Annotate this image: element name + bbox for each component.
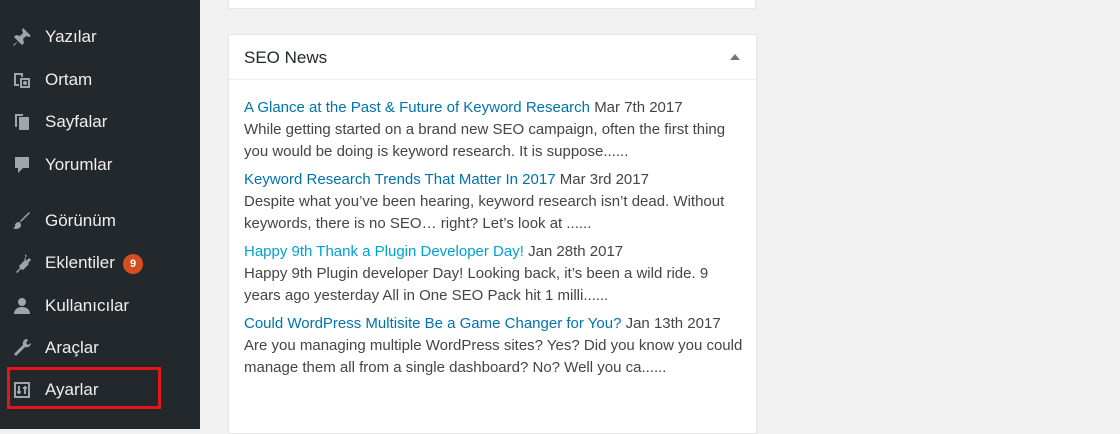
- sidebar-item-label: Ortam: [45, 70, 93, 89]
- collapse-arrow-icon[interactable]: [730, 54, 740, 60]
- plugin-icon: [11, 252, 33, 274]
- admin-sidebar: Yazılar Ortam Sayfalar Yorumlar Görünüm …: [0, 0, 200, 429]
- sidebar-item-settings[interactable]: Ayarlar: [0, 372, 200, 406]
- brush-icon: [11, 210, 33, 232]
- news-item: Keyword Research Trends That Matter In 2…: [244, 169, 744, 235]
- pin-icon: [11, 26, 33, 48]
- media-icon: [11, 69, 33, 91]
- sidebar-item-label: Yazılar: [45, 27, 97, 46]
- sidebar-item-posts[interactable]: Yazılar: [0, 19, 200, 53]
- sidebar-item-appearance[interactable]: Görünüm: [0, 203, 200, 237]
- sidebar-item-label: Araçlar: [45, 338, 99, 357]
- widget-title: SEO News: [244, 48, 328, 67]
- sidebar-item-users[interactable]: Kullanıcılar: [0, 288, 200, 322]
- news-excerpt: Happy 9th Plugin developer Day! Looking …: [244, 265, 709, 304]
- sidebar-item-label: Ayarlar: [45, 380, 99, 399]
- news-excerpt: Are you managing multiple WordPress site…: [244, 337, 743, 376]
- previous-widget-panel: [228, 0, 756, 9]
- news-item: Could WordPress Multisite Be a Game Chan…: [244, 313, 744, 379]
- news-excerpt: While getting started on a brand new SEO…: [244, 121, 726, 160]
- news-item: A Glance at the Past & Future of Keyword…: [244, 97, 744, 163]
- news-date: Jan 28th 2017: [528, 243, 624, 260]
- sidebar-item-label: Yorumlar: [45, 155, 113, 174]
- sidebar-item-pages[interactable]: Sayfalar: [0, 104, 200, 138]
- sidebar-item-label: Görünüm: [45, 211, 116, 230]
- sidebar-item-comments[interactable]: Yorumlar: [0, 147, 200, 181]
- sidebar-item-tools[interactable]: Araçlar: [0, 330, 200, 364]
- pages-icon: [11, 111, 33, 133]
- news-title-link[interactable]: Keyword Research Trends That Matter In 2…: [244, 171, 556, 188]
- wrench-icon: [11, 337, 33, 359]
- comment-icon: [11, 154, 33, 176]
- update-count-badge: 9: [123, 254, 143, 274]
- news-title-link[interactable]: Happy 9th Thank a Plugin Developer Day!: [244, 243, 524, 260]
- sidebar-item-label: Sayfalar: [45, 112, 108, 131]
- sidebar-item-plugins[interactable]: Eklentiler 9: [0, 245, 200, 279]
- user-icon: [11, 295, 33, 317]
- sidebar-item-label: Eklentiler: [45, 253, 115, 272]
- widget-header[interactable]: SEO News: [229, 35, 756, 80]
- news-title-link[interactable]: A Glance at the Past & Future of Keyword…: [244, 99, 590, 116]
- news-list: A Glance at the Past & Future of Keyword…: [244, 97, 744, 385]
- news-date: Mar 7th 2017: [594, 99, 683, 116]
- sidebar-item-label: Kullanıcılar: [45, 296, 130, 315]
- news-title-link[interactable]: Could WordPress Multisite Be a Game Chan…: [244, 315, 621, 332]
- settings-icon: [11, 379, 33, 401]
- seo-news-widget: SEO News A Glance at the Past & Future o…: [228, 34, 757, 434]
- news-excerpt: Despite what you’ve been hearing, keywor…: [244, 193, 725, 232]
- news-date: Mar 3rd 2017: [559, 171, 649, 188]
- sidebar-item-media[interactable]: Ortam: [0, 62, 200, 96]
- news-date: Jan 13th 2017: [625, 315, 721, 332]
- news-item: Happy 9th Thank a Plugin Developer Day! …: [244, 241, 744, 307]
